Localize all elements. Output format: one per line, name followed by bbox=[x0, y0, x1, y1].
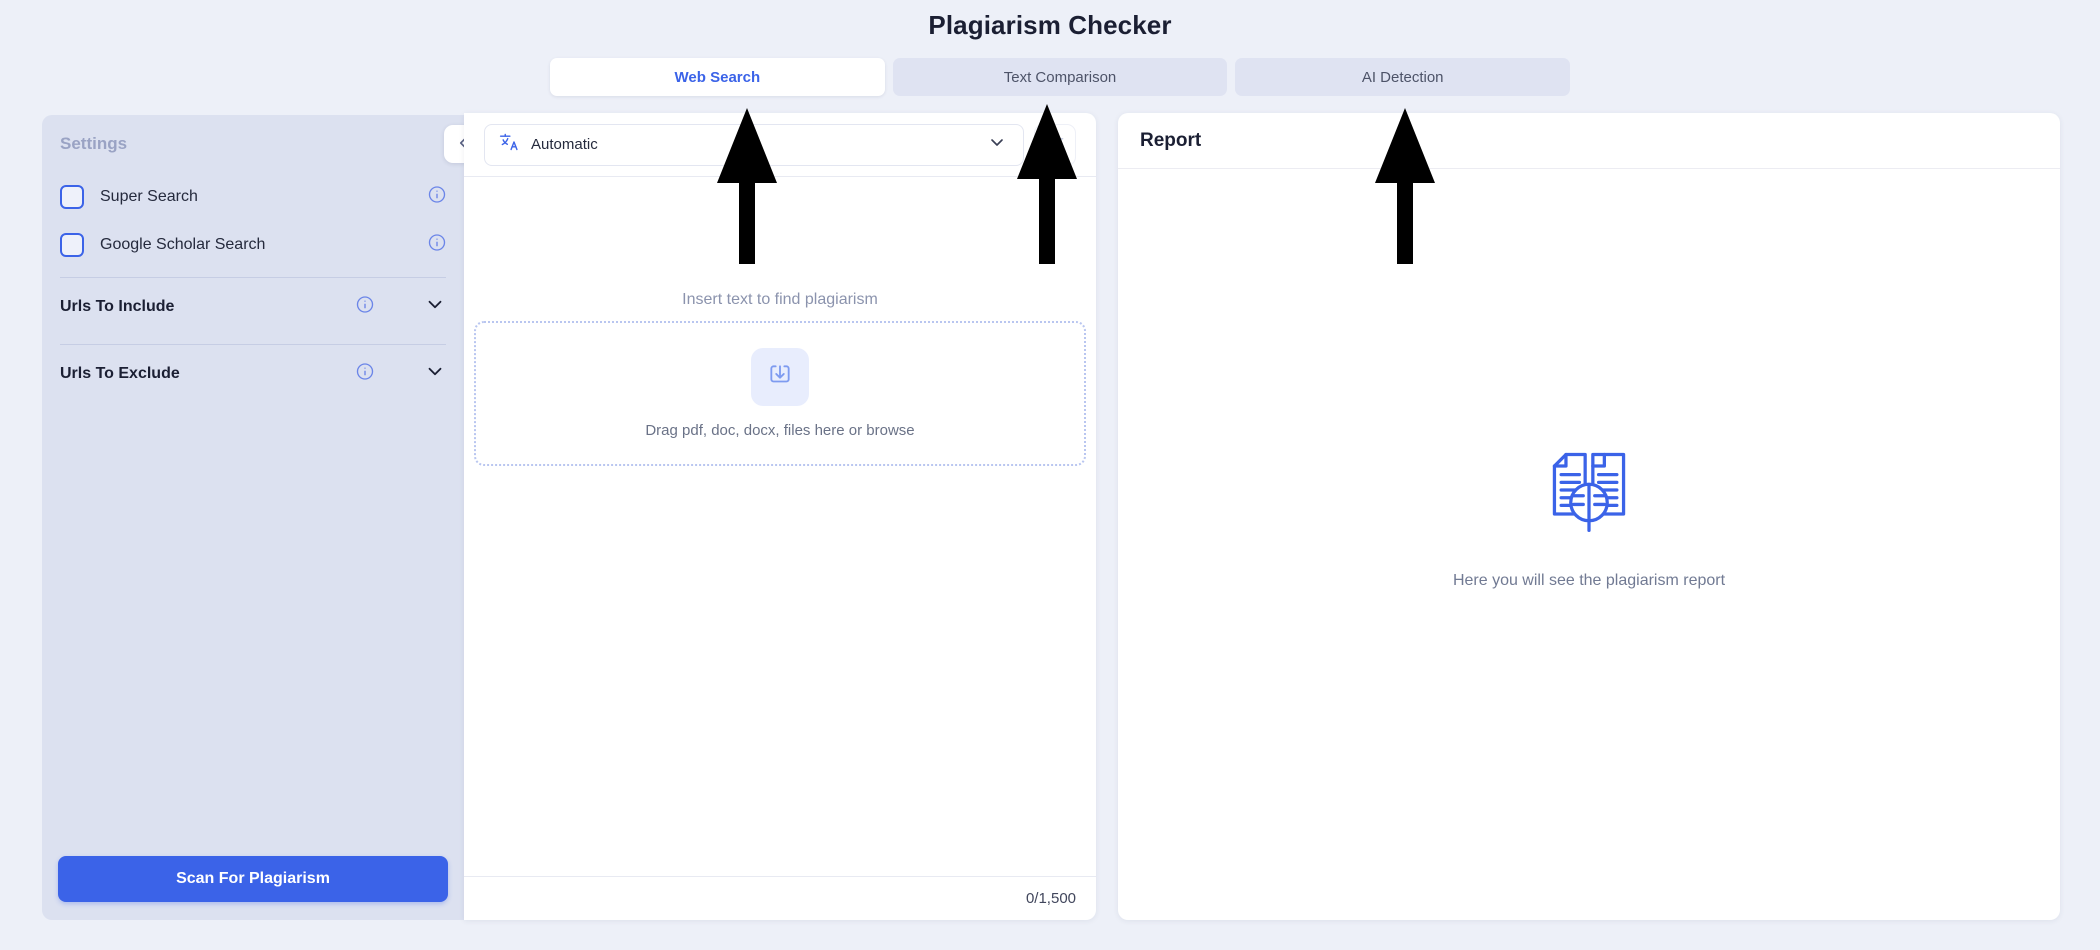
scan-for-plagiarism-button[interactable]: Scan For Plagiarism bbox=[58, 856, 448, 902]
setting-super-search[interactable]: Super Search bbox=[42, 173, 464, 221]
tab-text-comparison[interactable]: Text Comparison bbox=[892, 58, 1228, 96]
tab-web-search[interactable]: Web Search bbox=[550, 58, 885, 96]
section-urls-to-include[interactable]: Urls To Include bbox=[42, 278, 464, 336]
character-counter-bar: 0/1,500 bbox=[464, 876, 1096, 920]
report-empty-state: Here you will see the plagiarism report bbox=[1118, 113, 2060, 920]
report-header: Report bbox=[1118, 113, 2060, 169]
character-counter: 0/1,500 bbox=[1025, 890, 1076, 907]
settings-sidebar: Settings Super Search Google Scholar Sea… bbox=[42, 115, 482, 920]
sidebar-header: Settings bbox=[42, 115, 482, 173]
google-scholar-label: Google Scholar Search bbox=[100, 236, 266, 253]
chevron-down-icon[interactable] bbox=[424, 361, 446, 388]
upload-icon-box bbox=[751, 348, 809, 406]
language-select[interactable]: Automatic bbox=[484, 123, 1024, 166]
info-icon[interactable] bbox=[356, 363, 374, 386]
upload-icon bbox=[767, 362, 793, 393]
setting-google-scholar-search[interactable]: Google Scholar Search bbox=[42, 221, 464, 269]
file-dropzone[interactable]: Drag pdf, doc, docx, files here or brows… bbox=[474, 321, 1086, 466]
sidebar-title: Settings bbox=[60, 134, 128, 153]
report-title: Report bbox=[1140, 129, 1202, 151]
report-panel: Report Here you will see the plagiarism … bbox=[1118, 113, 2060, 920]
urls-to-include-label: Urls To Include bbox=[60, 298, 175, 315]
super-search-label: Super Search bbox=[100, 188, 198, 205]
dropzone-label: Drag pdf, doc, docx, files here or brows… bbox=[645, 422, 915, 439]
chevron-down-icon[interactable] bbox=[424, 294, 446, 321]
language-value: Automatic bbox=[531, 136, 598, 153]
urls-to-exclude-label: Urls To Exclude bbox=[60, 365, 180, 382]
tab-ai-detection[interactable]: AI Detection bbox=[1235, 58, 1571, 96]
mode-tabs: Web Search Text Comparison AI Detection bbox=[550, 58, 1571, 96]
chevron-down-icon[interactable] bbox=[987, 132, 1007, 157]
editor-toolbar: Automatic bbox=[464, 113, 1096, 177]
trash-icon bbox=[1046, 134, 1065, 156]
info-icon[interactable] bbox=[356, 296, 374, 319]
translate-icon bbox=[499, 132, 519, 157]
info-icon[interactable] bbox=[428, 234, 446, 257]
app-root: Plagiarism Checker Web Search Text Compa… bbox=[0, 0, 2100, 950]
super-search-checkbox[interactable] bbox=[60, 185, 84, 209]
google-scholar-checkbox[interactable] bbox=[60, 233, 84, 257]
report-empty-label: Here you will see the plagiarism report bbox=[1452, 572, 1726, 589]
page-title: Plagiarism Checker bbox=[928, 10, 1172, 40]
documents-magnifier-icon bbox=[1541, 443, 1637, 544]
editor-panel: Automatic Insert text to find plagiarism bbox=[464, 113, 1096, 920]
section-urls-to-exclude[interactable]: Urls To Exclude bbox=[42, 345, 464, 403]
text-input-placeholder[interactable]: Insert text to find plagiarism bbox=[464, 291, 1096, 309]
clear-text-button[interactable] bbox=[1034, 123, 1076, 166]
info-icon[interactable] bbox=[428, 186, 446, 209]
